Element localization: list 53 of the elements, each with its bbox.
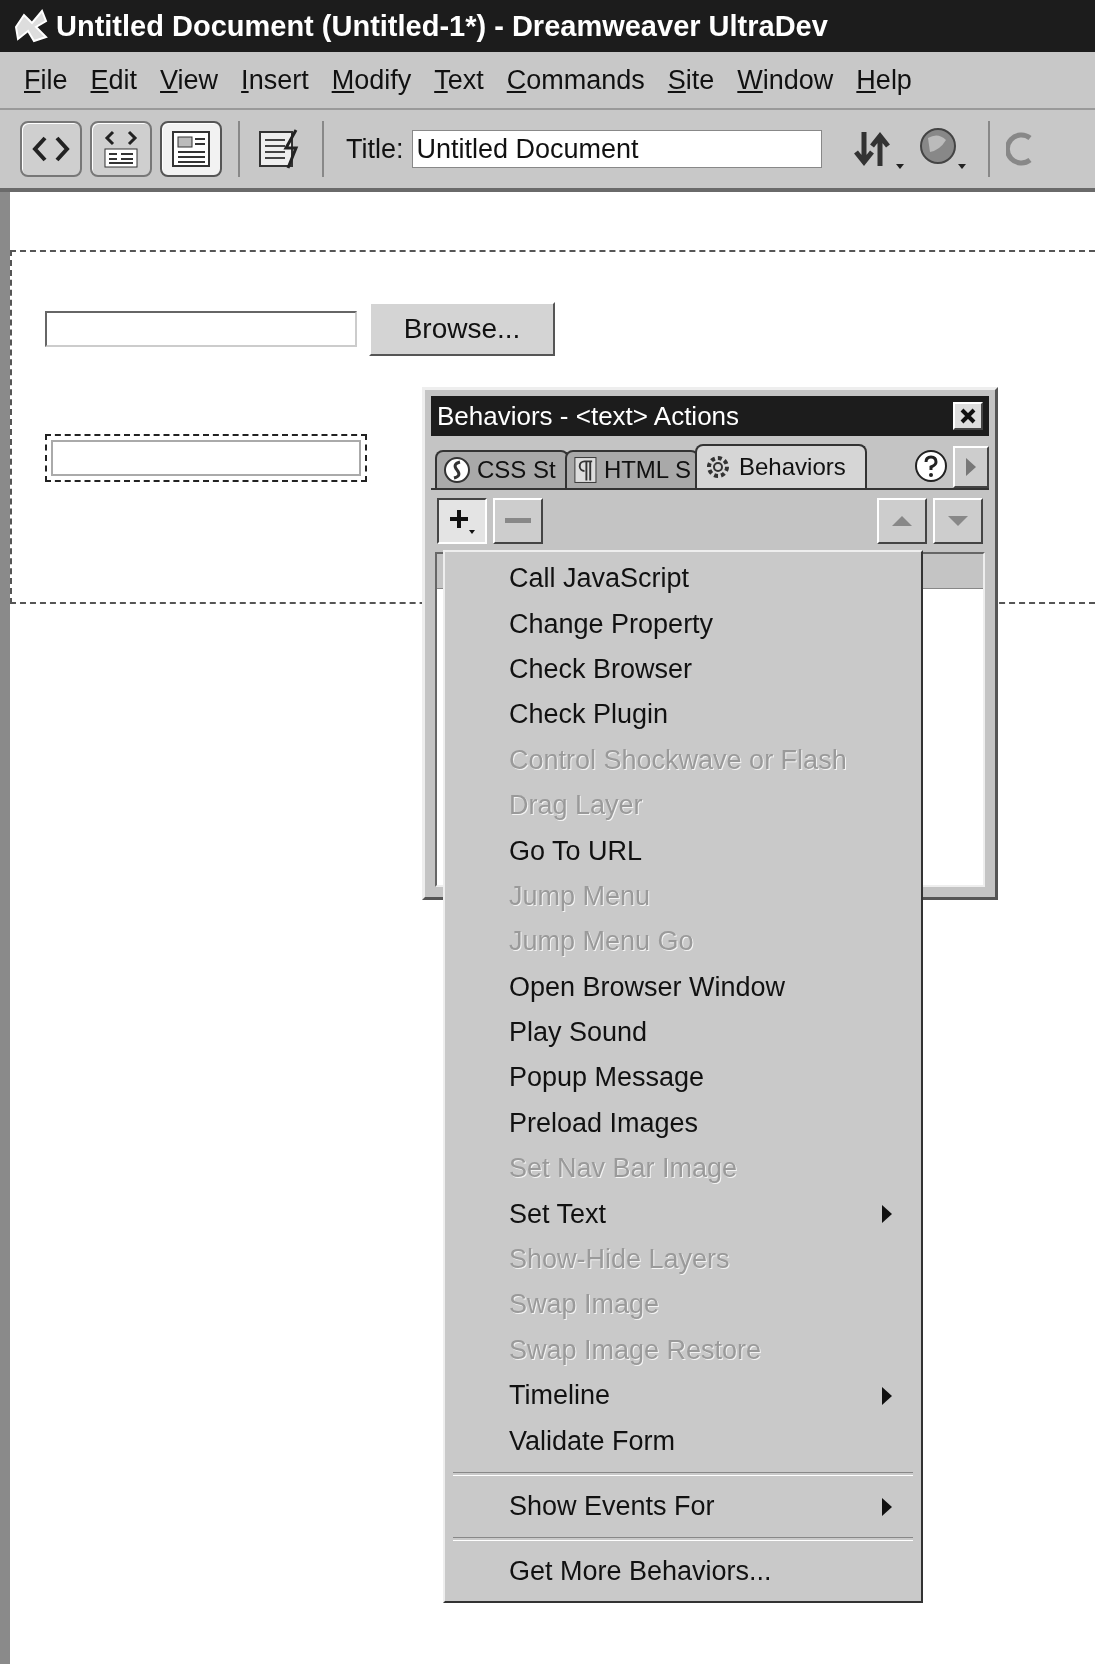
menu-item[interactable]: Open Browser Window — [509, 971, 786, 1003]
split-view-icon — [101, 129, 141, 169]
view-button[interactable] — [90, 121, 152, 177]
panel-tab[interactable]: CSS St — [435, 450, 569, 488]
menu-item[interactable]: Preload Images — [509, 1107, 699, 1139]
design-view-icon — [170, 129, 212, 169]
window-title: Untitled Document (Untitled-1*) - Dreamweaver UltraDev — [56, 9, 828, 43]
file-path-field[interactable] — [45, 311, 357, 347]
remove-behavior-button[interactable] — [493, 498, 543, 544]
menu-item[interactable]: Site — [657, 64, 728, 96]
up-arrow-icon — [890, 514, 914, 528]
minus-icon — [505, 518, 531, 524]
menu-item[interactable]: Timeline — [509, 1380, 611, 1412]
menu-item[interactable]: Edit — [80, 64, 151, 96]
panel-tab[interactable]: Behaviors — [695, 444, 867, 488]
panel-title: Behaviors - <text> Actions — [437, 400, 740, 432]
paragraph-icon — [573, 455, 598, 485]
menu-item[interactable]: Set Text — [509, 1198, 607, 1230]
menu-item[interactable]: File — [14, 64, 81, 96]
menu-item[interactable]: Insert — [231, 64, 322, 96]
right-arrow-icon — [964, 456, 978, 478]
menu-item[interactable]: View — [150, 64, 232, 96]
app-logo-icon — [12, 7, 50, 45]
tab-scroll-button[interactable] — [953, 446, 989, 488]
browse-button[interactable]: Browse... — [369, 302, 555, 356]
help-icon[interactable] — [913, 448, 949, 484]
close-icon — [959, 407, 977, 425]
menu-item[interactable]: Text — [424, 64, 497, 96]
menu-item[interactable]: Check Browser — [509, 653, 693, 685]
menu-item[interactable]: Modify — [321, 64, 425, 96]
close-button[interactable] — [953, 402, 983, 430]
title-field[interactable]: Untitled Document — [411, 130, 822, 168]
menu-item[interactable]: Play Sound — [509, 1017, 648, 1049]
move-up-button[interactable] — [877, 498, 927, 544]
menu-item[interactable]: Call JavaScript — [509, 563, 690, 595]
text-field[interactable] — [45, 434, 367, 482]
menu-item[interactable]: Popup Message — [509, 1062, 705, 1094]
move-down-button[interactable] — [933, 498, 983, 544]
menu-item[interactable]: Change Property — [509, 608, 714, 640]
view-button[interactable] — [160, 121, 222, 177]
title-label: Title: — [346, 133, 404, 165]
menu-item[interactable]: Help — [846, 64, 925, 96]
menu-item[interactable]: Window — [727, 64, 847, 96]
add-behavior-button[interactable] — [437, 498, 487, 544]
menu-item[interactable]: Go To URL — [509, 835, 643, 867]
down-arrow-icon — [946, 514, 970, 528]
view-button[interactable] — [20, 121, 82, 177]
menu-item[interactable]: Show Events For — [509, 1491, 715, 1522]
menu-item[interactable]: Commands — [496, 64, 658, 96]
menu-item[interactable]: Validate Form — [509, 1425, 676, 1457]
menu-item[interactable]: Check Plugin — [509, 699, 669, 731]
css-styles-icon — [443, 456, 471, 484]
menu-item[interactable]: Get More Behaviors... — [509, 1556, 772, 1588]
